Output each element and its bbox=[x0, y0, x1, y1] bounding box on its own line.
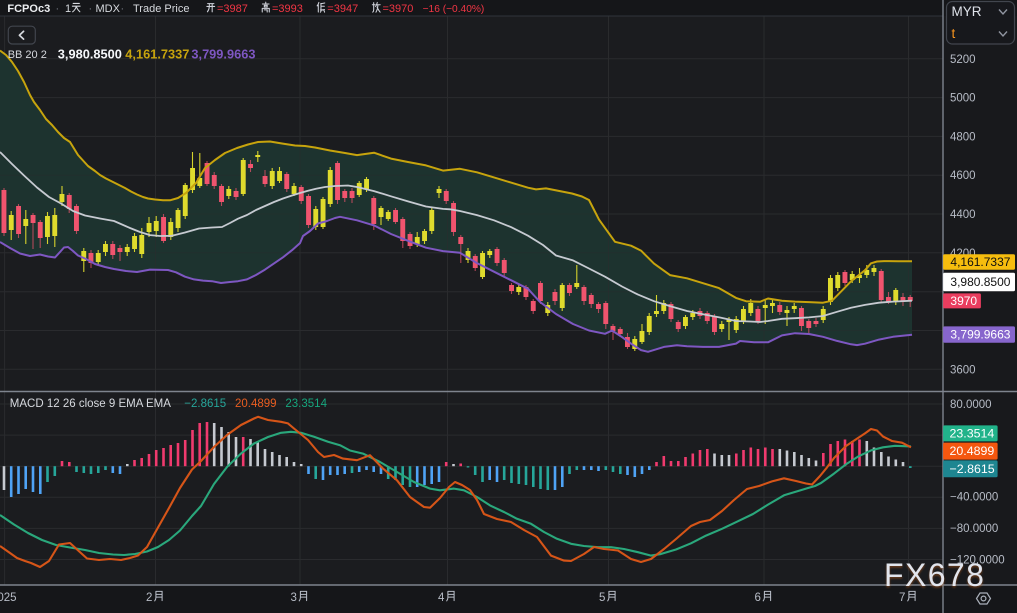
svg-text:5: 5 bbox=[599, 592, 605, 604]
svg-text:·: · bbox=[121, 3, 125, 15]
svg-text:t: t bbox=[952, 26, 956, 41]
svg-text:−2.8615: −2.8615 bbox=[950, 462, 995, 476]
svg-text:5000: 5000 bbox=[950, 93, 976, 105]
svg-text:−40.0000: −40.0000 bbox=[950, 492, 998, 504]
svg-text:3970: 3970 bbox=[950, 294, 977, 308]
svg-text:4,161.7337: 4,161.7337 bbox=[950, 255, 1010, 269]
svg-text:FCPOc3: FCPOc3 bbox=[7, 3, 50, 15]
svg-text:MACD 12 26 close 9 EMA EMA: MACD 12 26 close 9 EMA EMA bbox=[10, 398, 171, 410]
svg-text:6: 6 bbox=[755, 592, 761, 604]
svg-text:3,799.9663: 3,799.9663 bbox=[950, 328, 1010, 342]
svg-text:MDX: MDX bbox=[96, 3, 121, 15]
svg-text:Trade Price: Trade Price bbox=[133, 3, 189, 15]
svg-text:·: · bbox=[56, 3, 60, 15]
svg-text:=3993: =3993 bbox=[272, 3, 303, 15]
svg-text:2: 2 bbox=[146, 592, 152, 604]
svg-text:3,799.9663: 3,799.9663 bbox=[191, 47, 255, 62]
svg-text:3: 3 bbox=[291, 592, 297, 604]
svg-text:4: 4 bbox=[438, 592, 445, 604]
svg-text:=3970: =3970 bbox=[383, 3, 414, 15]
svg-text:1: 1 bbox=[65, 3, 71, 15]
svg-text:−80.0000: −80.0000 bbox=[950, 523, 998, 535]
svg-text:23.3514: 23.3514 bbox=[285, 398, 327, 410]
svg-text:FX678: FX678 bbox=[884, 557, 985, 593]
svg-text:BB 20 2: BB 20 2 bbox=[8, 49, 47, 61]
svg-text:23.3514: 23.3514 bbox=[950, 426, 995, 440]
svg-text:MYR: MYR bbox=[952, 4, 982, 19]
svg-text:−16 (−0.40%): −16 (−0.40%) bbox=[423, 4, 485, 15]
svg-text:=3947: =3947 bbox=[327, 3, 358, 15]
svg-text:3600: 3600 bbox=[950, 364, 976, 376]
svg-text:80.0000: 80.0000 bbox=[950, 399, 992, 411]
svg-text:4600: 4600 bbox=[950, 170, 976, 182]
svg-text:4800: 4800 bbox=[950, 131, 976, 143]
svg-text:−2.8615: −2.8615 bbox=[184, 398, 226, 410]
svg-text:·: · bbox=[89, 3, 93, 15]
svg-text:4,161.7337: 4,161.7337 bbox=[125, 47, 189, 62]
svg-text:4400: 4400 bbox=[950, 209, 976, 221]
svg-text:2025: 2025 bbox=[0, 592, 17, 604]
svg-text:3,980.8500: 3,980.8500 bbox=[950, 275, 1010, 289]
svg-text:20.4899: 20.4899 bbox=[950, 444, 995, 458]
svg-text:7: 7 bbox=[899, 592, 905, 604]
svg-text:=3987: =3987 bbox=[217, 3, 248, 15]
svg-text:5200: 5200 bbox=[950, 54, 976, 66]
svg-text:3,980.8500: 3,980.8500 bbox=[58, 47, 122, 62]
svg-text:20.4899: 20.4899 bbox=[235, 398, 277, 410]
